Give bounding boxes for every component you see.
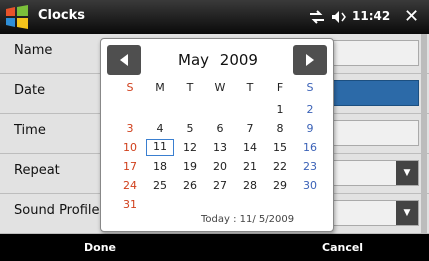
day-cell[interactable]: 12 [176, 139, 204, 156]
weekday-label: M [155, 81, 165, 94]
weekday-label: S [306, 81, 314, 94]
day-cell[interactable]: 25 [146, 177, 174, 194]
clock-time[interactable]: 11:42 [352, 9, 390, 23]
calendar-popup: May 2009 SMTWTFS 1 2 3 4 5 6 7 8 9 10 11 12 13 14 15 16… [100, 38, 334, 232]
day-cell[interactable]: 6 [206, 120, 234, 137]
arrow-right-icon [306, 54, 314, 66]
day-cell[interactable]: 21 [236, 158, 264, 175]
chevron-down-icon[interactable]: ▼ [396, 161, 418, 185]
day-cell[interactable]: 23 [296, 158, 324, 175]
scrollbar[interactable] [421, 34, 427, 234]
weekday-label: S [126, 81, 134, 94]
today-link[interactable]: Today : 11/ 5/2009 [201, 214, 294, 225]
title-bar: Clocks 11:42 ✕ [0, 0, 429, 34]
day-cell[interactable]: 15 [266, 139, 294, 156]
day-cell[interactable]: 5 [176, 120, 204, 137]
done-button[interactable]: Done [84, 241, 116, 254]
month-name: May [178, 51, 210, 69]
day-cell[interactable]: 24 [116, 177, 144, 194]
day-cell[interactable]: 14 [236, 139, 264, 156]
time-label: Time [14, 123, 46, 138]
day-cell[interactable]: 31 [116, 196, 144, 213]
close-icon[interactable]: ✕ [404, 6, 419, 27]
day-cell[interactable]: 3 [116, 120, 144, 137]
name-label: Name [14, 43, 53, 58]
windows-start-icon[interactable] [4, 4, 30, 30]
connectivity-icon[interactable] [308, 9, 326, 25]
day-cell[interactable]: 7 [236, 120, 264, 137]
chevron-down-icon[interactable]: ▼ [396, 201, 418, 225]
day-grid: 1 2 3 4 5 6 7 8 9 10 11 12 13 14 15 16 17 18 19 20 21 22 23 24 2… [115, 101, 323, 217]
weekday-label: T [246, 81, 254, 94]
sound-profile-label: Sound Profile [14, 203, 100, 218]
day-cell[interactable]: 10 [116, 139, 144, 156]
day-cell[interactable]: 17 [116, 158, 144, 175]
softkey-bar: Done Cancel [0, 234, 429, 261]
day-cell[interactable]: 4 [146, 120, 174, 137]
next-month-button[interactable] [293, 45, 327, 75]
day-cell[interactable]: 27 [206, 177, 234, 194]
selected-day-cell[interactable]: 11 [146, 139, 174, 156]
weekday-label: T [186, 81, 194, 94]
cancel-button[interactable]: Cancel [322, 241, 363, 254]
day-cell[interactable]: 18 [146, 158, 174, 175]
weekday-header: SMTWTFS [115, 81, 323, 97]
day-cell[interactable]: 26 [176, 177, 204, 194]
day-cell[interactable]: 19 [176, 158, 204, 175]
weekday-label: W [214, 81, 226, 94]
time-field[interactable] [330, 120, 419, 146]
date-label: Date [14, 83, 46, 98]
day-cell[interactable]: 8 [266, 120, 294, 137]
day-cell[interactable]: 30 [296, 177, 324, 194]
repeat-label: Repeat [14, 163, 60, 178]
repeat-dropdown[interactable]: ▼ [330, 160, 419, 186]
year: 2009 [219, 51, 258, 69]
date-field[interactable] [330, 80, 419, 106]
volume-icon[interactable] [331, 9, 347, 25]
day-cell[interactable]: 1 [266, 101, 294, 118]
weekday-label: F [276, 81, 284, 94]
day-cell[interactable]: 22 [266, 158, 294, 175]
day-cell[interactable]: 16 [296, 139, 324, 156]
day-cell[interactable]: 9 [296, 120, 324, 137]
day-cell[interactable]: 28 [236, 177, 264, 194]
day-cell[interactable]: 20 [206, 158, 234, 175]
day-cell[interactable]: 13 [206, 139, 234, 156]
app-title: Clocks [38, 8, 86, 23]
day-cell[interactable]: 2 [296, 101, 324, 118]
sound-profile-dropdown[interactable]: ▼ [330, 200, 419, 226]
name-field[interactable] [330, 40, 419, 66]
day-cell[interactable]: 29 [266, 177, 294, 194]
